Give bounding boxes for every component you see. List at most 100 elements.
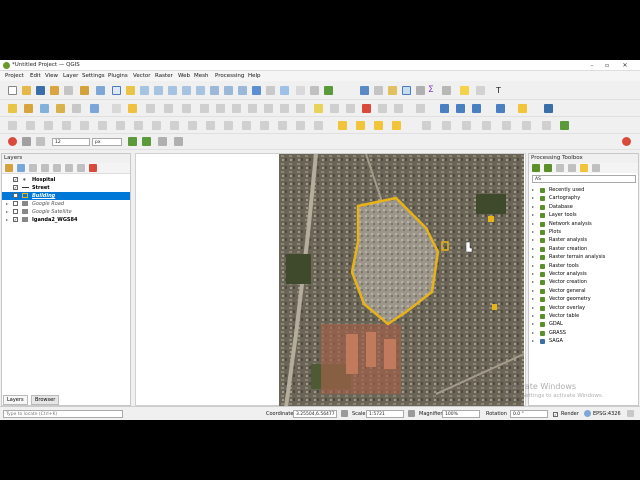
expand-arrow-icon[interactable]: ▸ [532,228,534,236]
expand-arrow-icon[interactable]: ▸ [532,320,534,328]
layer-item-building[interactable]: ✓ Building [2,192,130,200]
menu-vector[interactable]: Vector [133,71,151,81]
expand-arrow-icon[interactable]: ▸ [532,337,534,345]
minimize-button[interactable]: – [585,60,599,71]
search-icon[interactable] [440,104,449,113]
expand-arrow-icon[interactable]: ▸ [6,208,8,216]
magnifier-field[interactable]: 100% [442,410,480,418]
snapping-toggle-icon[interactable] [8,137,17,146]
open-layer-styling-icon[interactable] [5,164,13,172]
expand-arrow-icon[interactable]: ▸ [532,262,534,270]
copy-features-icon[interactable] [248,104,257,113]
scale-field[interactable]: 1:5721 [366,410,404,418]
geometry-checker-icon[interactable] [560,121,569,130]
layer-item-street[interactable]: ✓ Street [2,184,130,192]
label-change-icon[interactable] [394,104,403,113]
render-checkbox[interactable]: ✓ [553,412,558,417]
new-print-layout-icon[interactable] [50,86,59,95]
toggle-editing-icon[interactable] [128,104,137,113]
plugin-manager-icon[interactable] [518,104,527,113]
expand-arrow-icon[interactable]: ▸ [532,295,534,303]
menu-settings[interactable]: Settings [82,71,105,81]
current-edits-icon[interactable] [112,104,121,113]
map-canvas[interactable] [135,153,527,407]
help-icon[interactable] [544,104,553,113]
select-features-icon[interactable] [388,86,397,95]
satellite-map[interactable] [136,154,527,407]
lock-scale-icon[interactable] [408,410,415,417]
rectangle-digitize-icon[interactable] [502,121,511,130]
statistics-icon[interactable] [416,86,425,95]
label-rotate-icon[interactable] [378,104,387,113]
offset-curve-icon[interactable] [188,121,197,130]
tab-layers[interactable]: Layers [3,395,28,405]
label-pin-icon[interactable] [330,104,339,113]
self-snapping-icon[interactable] [158,137,167,146]
locator-search-input[interactable]: Type to locate (Ctrl+K) [3,410,123,418]
expand-arrow-icon[interactable]: ▸ [532,186,534,194]
trim-extend-icon[interactable] [314,121,323,130]
move-feature-icon[interactable] [26,121,35,130]
geocode-icon[interactable] [472,104,481,113]
new-3d-map-icon[interactable] [266,86,275,95]
extent-toggle-icon[interactable] [341,410,348,417]
zoom-out-icon[interactable] [154,86,163,95]
expand-arrow-icon[interactable]: ▸ [532,203,534,211]
style-manager-icon[interactable] [80,86,89,95]
zoom-selection-icon[interactable] [182,86,191,95]
new-geopackage-icon[interactable] [24,104,33,113]
snap-mode-icon[interactable] [22,137,31,146]
expand-arrow-icon[interactable]: ▸ [532,194,534,202]
manage-themes-icon[interactable] [29,164,37,172]
bookmarks-icon[interactable] [280,86,289,95]
fill-ring-icon[interactable] [116,121,125,130]
menu-plugins[interactable]: Plugins [108,71,128,81]
layer-visibility-checkbox[interactable]: ✓ [13,185,18,190]
pan-hand-icon[interactable] [112,86,121,95]
menu-edit[interactable]: Edit [30,71,41,81]
regular-polygon-icon[interactable] [542,121,551,130]
maximize-button[interactable]: ▫ [600,60,614,71]
remove-layer-icon[interactable] [89,164,97,172]
select-by-value-icon[interactable] [338,121,347,130]
expand-arrow-icon[interactable]: ▸ [6,216,8,224]
add-vector-icon[interactable] [40,104,49,113]
layout-manager-icon[interactable] [64,86,73,95]
expand-arrow-icon[interactable]: ▸ [532,211,534,219]
reshape-icon[interactable] [170,121,179,130]
expand-arrow-icon[interactable]: ▸ [532,278,534,286]
add-ring-icon[interactable] [80,121,89,130]
expand-arrow-icon[interactable]: ▸ [6,200,8,208]
layer-visibility-checkbox[interactable] [13,201,18,206]
menu-project[interactable]: Project [5,71,24,81]
expand-arrow-icon[interactable]: ▸ [532,245,534,253]
expand-arrow-icon[interactable]: ▸ [532,312,534,320]
menu-layer[interactable]: Layer [63,71,78,81]
python-console-icon[interactable] [496,104,505,113]
modify-attributes-icon[interactable] [200,104,209,113]
layer-item-hospital[interactable]: ✓ ∗ Hospital [2,176,130,184]
shape-digitize-icon[interactable] [442,121,451,130]
edit-features-icon[interactable] [580,164,588,172]
menu-raster[interactable]: Raster [155,71,173,81]
add-raster-icon[interactable] [56,104,65,113]
measure-icon[interactable] [442,86,451,95]
map-tips-icon[interactable] [460,86,469,95]
menu-mesh[interactable]: Mesh [194,71,208,81]
label-tool-icon[interactable] [314,104,323,113]
crs-globe-icon[interactable] [584,410,591,417]
models-icon[interactable] [532,164,540,172]
polygon-digitize-icon[interactable] [522,121,531,130]
rotation-field[interactable]: 0.0 ° [510,410,548,418]
new-map-view-icon[interactable] [252,86,261,95]
close-button[interactable]: ✕ [618,60,632,71]
offset-point-icon[interactable] [296,121,305,130]
merge-features-icon[interactable] [242,121,251,130]
select-all-icon[interactable] [392,121,401,130]
tracing-icon[interactable] [174,137,183,146]
filter-expression-icon[interactable] [53,164,61,172]
layer-visibility-checkbox[interactable]: ✓ [13,217,18,222]
zoom-native-icon[interactable] [210,86,219,95]
save-edits-icon[interactable] [146,104,155,113]
open-project-icon[interactable] [22,86,31,95]
